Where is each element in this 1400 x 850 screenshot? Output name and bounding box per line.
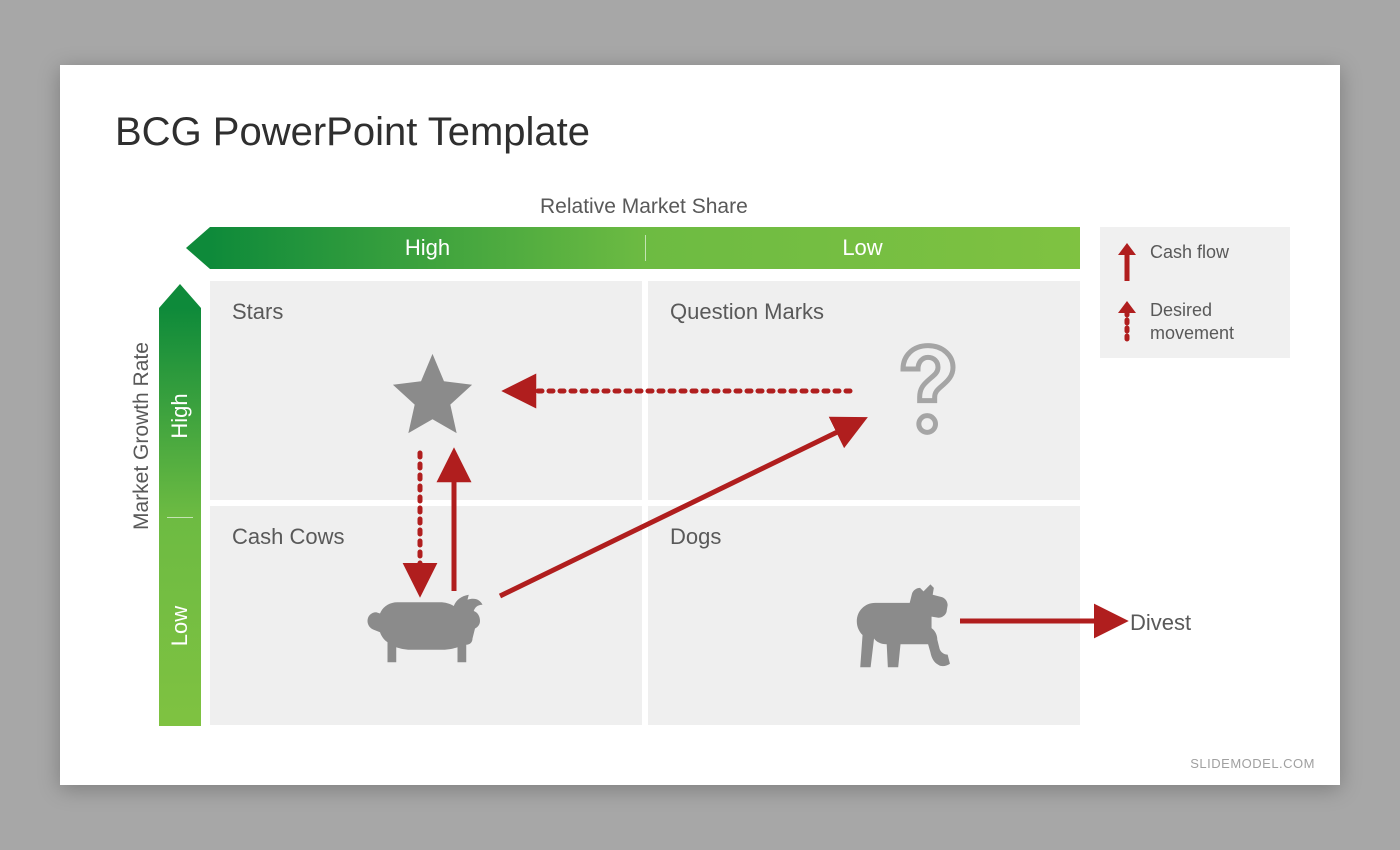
dog-icon <box>843 581 958 681</box>
quadrant-cash-cows-label: Cash Cows <box>232 524 620 550</box>
quadrant-question-marks-label: Question Marks <box>670 299 1058 325</box>
cow-icon <box>360 586 485 676</box>
slide: BCG PowerPoint Template Relative Market … <box>60 65 1340 785</box>
quadrant-question-marks: Question Marks <box>648 281 1080 500</box>
solid-arrow-icon <box>1116 241 1138 285</box>
x-axis-bar: High Low <box>210 227 1080 269</box>
y-axis-title: Market Growth Rate <box>130 342 154 530</box>
star-icon <box>385 346 480 441</box>
x-axis-low: Low <box>645 235 1080 261</box>
quadrant-stars-label: Stars <box>232 299 620 325</box>
legend: Cash flow Desired movement <box>1100 227 1290 358</box>
slide-title: BCG PowerPoint Template <box>115 110 590 155</box>
question-mark-icon <box>893 339 963 439</box>
legend-cash-flow: Cash flow <box>1116 241 1274 285</box>
quadrant-dogs: Dogs <box>648 506 1080 725</box>
y-axis-low: Low <box>167 576 193 676</box>
quadrant-cash-cows: Cash Cows <box>210 506 642 725</box>
x-axis-title: Relative Market Share <box>540 195 748 219</box>
footer: SLIDEMODEL.COM <box>1190 756 1315 771</box>
x-axis-high: High <box>210 235 645 261</box>
divest-label: Divest <box>1130 610 1191 636</box>
quadrant-dogs-label: Dogs <box>670 524 1058 550</box>
dotted-arrow-icon <box>1116 299 1138 343</box>
legend-desired-movement: Desired movement <box>1116 299 1274 344</box>
quadrant-stars: Stars <box>210 281 642 500</box>
bcg-matrix: Stars Question Marks Cash Cows Dogs <box>210 281 1080 725</box>
y-axis-high: High <box>167 366 193 466</box>
legend-cash-flow-label: Cash flow <box>1150 241 1229 264</box>
legend-desired-movement-label: Desired movement <box>1150 299 1274 344</box>
y-axis-bar: High Low <box>159 308 201 726</box>
